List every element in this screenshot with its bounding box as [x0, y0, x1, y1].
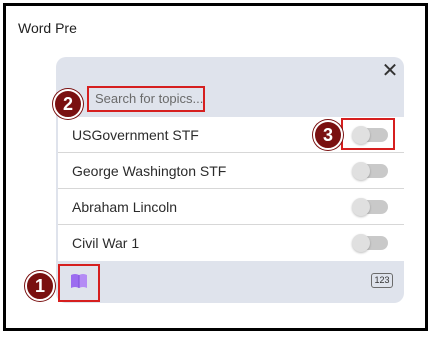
topic-toggle[interactable] [352, 198, 388, 216]
callout-badge-2: 2 [53, 89, 83, 119]
topic-label: George Washington STF [72, 162, 227, 179]
page-title: Word Pre [18, 20, 77, 36]
topic-toggle[interactable] [352, 234, 388, 252]
numbers-button[interactable]: 123 [371, 273, 393, 288]
list-item: Abraham Lincoln [58, 189, 404, 225]
search-input[interactable]: Search for topics... [87, 86, 205, 112]
list-item: George Washington STF [58, 153, 404, 189]
topic-label: Abraham Lincoln [72, 198, 178, 215]
callout-badge-3: 3 [313, 120, 343, 150]
list-item: Civil War 1 [58, 225, 404, 261]
topic-toggle[interactable] [352, 162, 388, 180]
topic-label: USGovernment STF [72, 126, 199, 143]
book-icon [69, 271, 89, 296]
panel-footer [58, 262, 404, 302]
book-button[interactable] [58, 264, 100, 302]
toggle-highlight-box [341, 118, 395, 150]
close-icon[interactable]: ✕ [381, 61, 399, 81]
topic-label: Civil War 1 [72, 235, 140, 251]
callout-badge-1: 1 [25, 271, 55, 301]
